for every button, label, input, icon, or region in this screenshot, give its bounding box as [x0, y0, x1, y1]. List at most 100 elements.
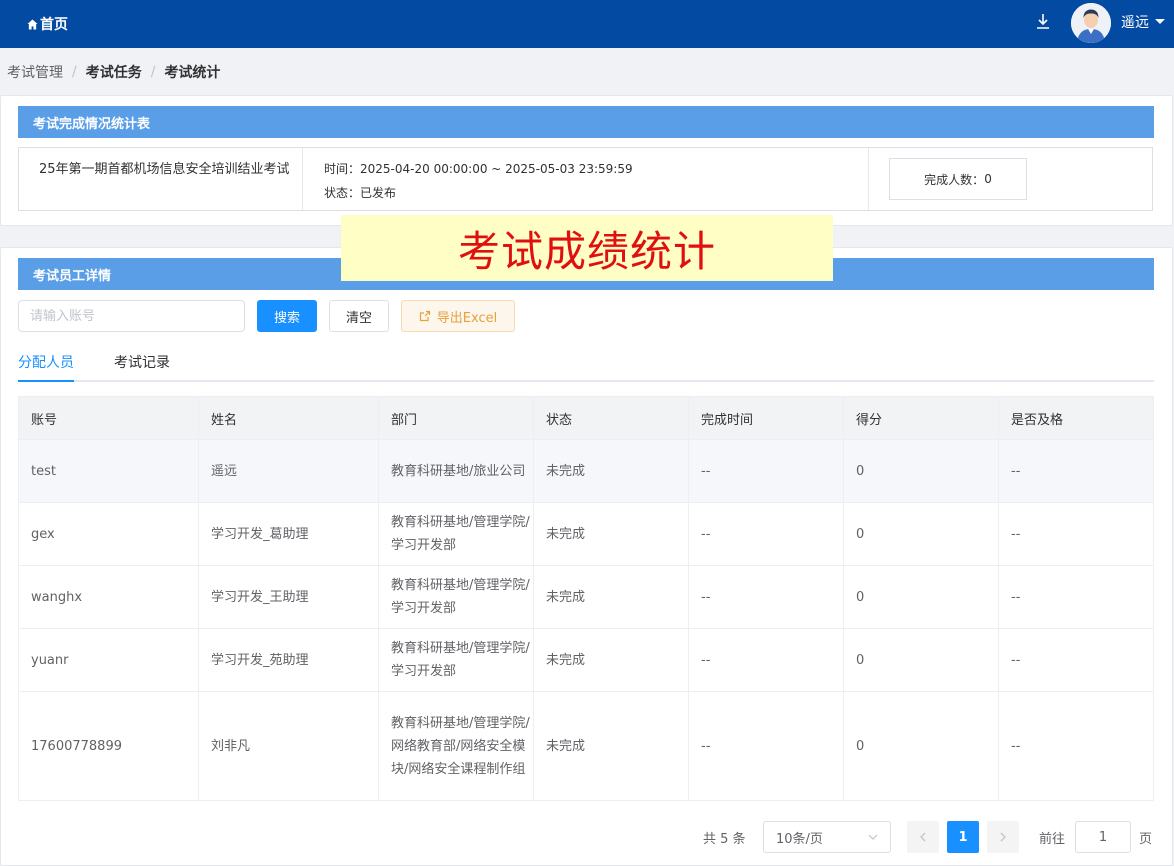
cell-account: yuanr	[18, 628, 199, 692]
cell-passed: --	[998, 691, 1154, 801]
table-row[interactable]: gex 学习开发_葛助理 教育科研基地/管理学院/学习开发部 未完成 -- 0 …	[18, 502, 1154, 566]
cell-account: 17600778899	[18, 691, 199, 801]
tab-underline-track	[18, 380, 1154, 382]
cell-name: 学习开发_王助理	[198, 565, 379, 629]
page-size-select[interactable]: 10条/页	[763, 821, 891, 853]
table-row[interactable]: test 遥远 教育科研基地/旅业公司 未完成 -- 0 --	[18, 439, 1154, 503]
col-header-finish-time[interactable]: 完成时间	[688, 396, 844, 440]
exam-status-value: 已发布	[360, 186, 397, 200]
search-button[interactable]: 搜索	[257, 300, 317, 332]
exam-status-label: 状态：	[324, 186, 361, 200]
cell-name: 学习开发_苑助理	[198, 628, 379, 692]
col-header-score[interactable]: 得分	[843, 396, 999, 440]
exam-time-label: 时间：	[324, 162, 361, 176]
cell-score: 0	[843, 502, 999, 566]
table-row[interactable]: wanghx 学习开发_王助理 教育科研基地/管理学院/学习开发部 未完成 --…	[18, 565, 1154, 629]
home-label: 首页	[40, 17, 68, 33]
goto-page-input[interactable]	[1075, 821, 1131, 853]
goto-label: 前往	[1039, 832, 1066, 847]
export-icon	[419, 310, 430, 322]
top-navbar: 首页 遥远	[0, 0, 1174, 48]
table-row[interactable]: 17600778899 刘非凡 教育科研基地/管理学院/网络教育部/网络安全模块…	[18, 691, 1154, 801]
username[interactable]: 遥远	[1121, 0, 1149, 44]
cell-name: 刘非凡	[198, 691, 379, 801]
cell-department: 教育科研基地/旅业公司	[378, 439, 534, 503]
cell-name: 学习开发_葛助理	[198, 502, 379, 566]
overlay-banner: 考试成绩统计	[341, 215, 833, 281]
exam-status: 状态：已发布	[324, 184, 396, 201]
account-search-input[interactable]	[18, 300, 245, 332]
breadcrumb-item-exam-stats: 考试统计	[164, 64, 221, 81]
cell-name: 遥远	[198, 439, 379, 503]
exam-time-value: 2025-04-20 00:00:00 ~ 2025-05-03 23:59:5…	[360, 162, 633, 176]
cell-finish-time: --	[688, 691, 844, 801]
staff-table: 账号 姓名 部门 状态 完成时间 得分 是否及格 test 遥远 教育科研基地/…	[18, 396, 1154, 801]
home-link[interactable]: 首页	[27, 0, 68, 48]
cell-passed: --	[998, 565, 1154, 629]
cell-passed: --	[998, 502, 1154, 566]
breadcrumb: 考试管理 / 考试任务 / 考试统计	[0, 48, 1174, 95]
exam-name: 25年第一期首都机场信息安全培训结业考试	[39, 162, 290, 177]
tab-assigned-staff[interactable]: 分配人员	[18, 352, 74, 372]
page-size-value: 10条/页	[776, 831, 823, 847]
breadcrumb-separator: /	[150, 63, 156, 80]
cell-status: 未完成	[533, 565, 689, 629]
tab-exam-records[interactable]: 考试记录	[114, 352, 170, 372]
tab-active-indicator	[18, 380, 74, 382]
cell-account: wanghx	[18, 565, 199, 629]
clear-button[interactable]: 清空	[329, 300, 389, 332]
cell-department: 教育科研基地/管理学院/学习开发部	[378, 628, 534, 692]
goto-unit: 页	[1139, 832, 1153, 847]
breadcrumb-item-exam-management[interactable]: 考试管理	[7, 62, 63, 82]
breadcrumb-separator: /	[72, 63, 77, 80]
cell-account: test	[18, 439, 199, 503]
chevron-right-icon	[1000, 832, 1006, 842]
pagination-total: 共 5 条	[703, 832, 746, 847]
col-header-department[interactable]: 部门	[378, 396, 534, 440]
col-header-account[interactable]: 账号	[18, 396, 199, 440]
cell-account: gex	[18, 502, 199, 566]
cell-finish-time: --	[688, 565, 844, 629]
avatar[interactable]	[1071, 3, 1111, 43]
col-header-status[interactable]: 状态	[533, 396, 689, 440]
caret-down-icon[interactable]	[1155, 19, 1165, 24]
cell-finish-time: --	[688, 628, 844, 692]
cell-status: 未完成	[533, 691, 689, 801]
breadcrumb-item-exam-task[interactable]: 考试任务	[86, 62, 142, 82]
col-header-name[interactable]: 姓名	[198, 396, 379, 440]
user-avatar-icon	[1071, 3, 1111, 43]
cell-status: 未完成	[533, 628, 689, 692]
cell-finish-time: --	[688, 439, 844, 503]
cell-score: 0	[843, 439, 999, 503]
cell-status: 未完成	[533, 502, 689, 566]
divider	[868, 148, 869, 210]
cell-score: 0	[843, 691, 999, 801]
cell-finish-time: --	[688, 502, 844, 566]
exam-time: 时间：2025-04-20 00:00:00 ~ 2025-05-03 23:5…	[324, 160, 633, 177]
cell-score: 0	[843, 628, 999, 692]
summary-header: 考试完成情况统计表	[18, 106, 1154, 138]
home-icon	[27, 18, 38, 30]
chevron-down-icon	[868, 834, 878, 840]
exam-info-box: 25年第一期首都机场信息安全培训结业考试 时间：2025-04-20 00:00…	[18, 147, 1153, 211]
download-icon[interactable]	[1034, 12, 1052, 32]
table-row[interactable]: yuanr 学习开发_苑助理 教育科研基地/管理学院/学习开发部 未完成 -- …	[18, 628, 1154, 692]
completed-value: 0	[984, 172, 992, 186]
cell-score: 0	[843, 565, 999, 629]
page-number-current[interactable]: 1	[947, 821, 979, 853]
cell-department: 教育科研基地/管理学院/学习开发部	[378, 502, 534, 566]
export-label: 导出Excel	[436, 310, 498, 326]
cell-department: 教育科研基地/管理学院/学习开发部	[378, 565, 534, 629]
chevron-left-icon	[920, 832, 926, 842]
col-header-passed[interactable]: 是否及格	[998, 396, 1154, 440]
completed-label: 完成人数：	[924, 172, 985, 187]
export-excel-button[interactable]: 导出Excel	[401, 300, 515, 332]
completed-count-box: 完成人数： 0	[889, 158, 1027, 200]
table-header-row: 账号 姓名 部门 状态 完成时间 得分 是否及格	[18, 396, 1154, 440]
next-page-button[interactable]	[987, 821, 1019, 853]
cell-status: 未完成	[533, 439, 689, 503]
prev-page-button[interactable]	[907, 821, 939, 853]
cell-department: 教育科研基地/管理学院/网络教育部/网络安全模块/网络安全课程制作组	[378, 691, 534, 801]
cell-passed: --	[998, 439, 1154, 503]
divider	[302, 148, 303, 210]
